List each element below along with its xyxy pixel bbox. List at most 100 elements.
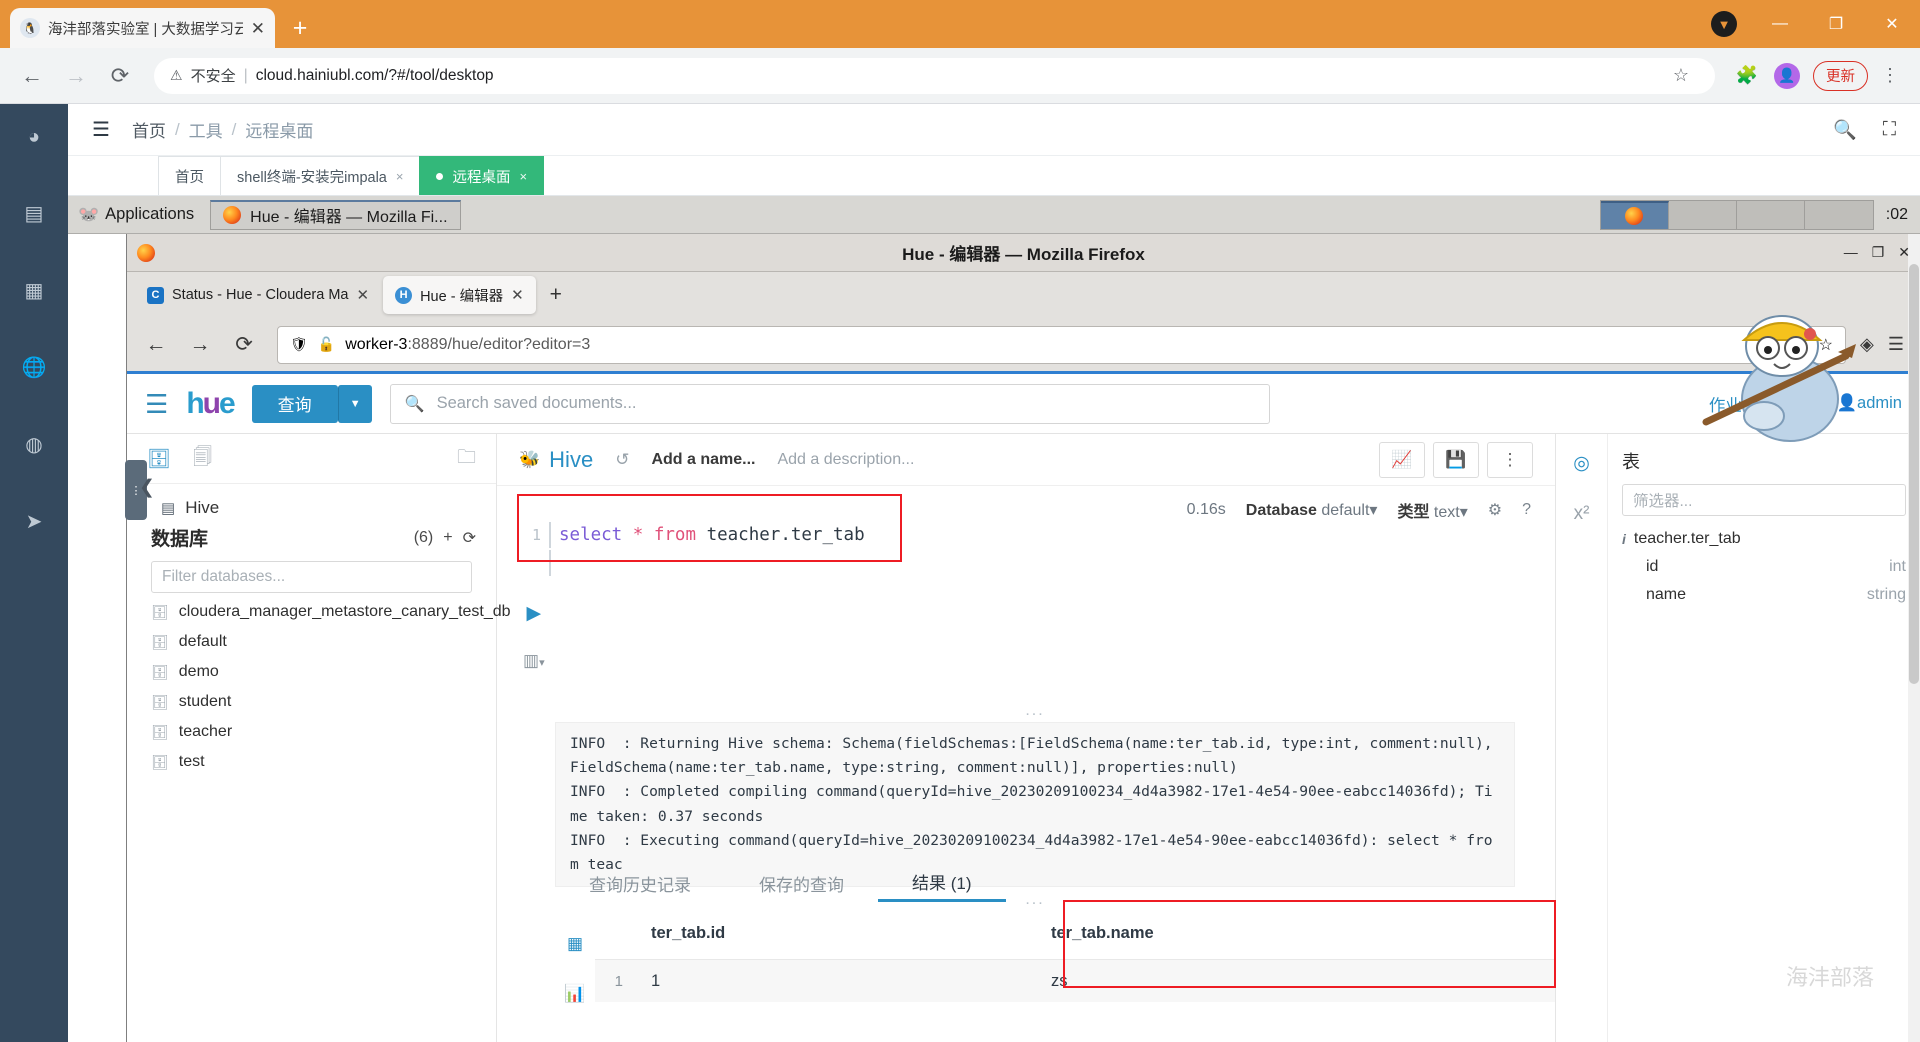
lock-broken-icon[interactable]: 🔓	[318, 336, 335, 353]
code-line-empty[interactable]	[497, 550, 1555, 576]
firefox-menu-icon[interactable]: ☰	[1888, 334, 1904, 355]
hue-menu-icon[interactable]: ☰	[145, 391, 168, 417]
add-icon[interactable]: +	[443, 529, 452, 547]
close-icon[interactable]: ✕	[1898, 244, 1910, 261]
assist-column-row[interactable]: name string	[1622, 586, 1906, 604]
database-item[interactable]: 🗄 default	[151, 633, 472, 651]
database-item[interactable]: 🗄 demo	[151, 663, 472, 681]
workspace-1[interactable]	[1600, 200, 1669, 229]
editor-engine[interactable]: 🐝 Hive	[519, 447, 593, 473]
globe-icon[interactable]: 🌐	[22, 355, 47, 380]
close-icon[interactable]: ×	[396, 169, 404, 184]
breadcrumb-item-remote-desktop[interactable]: 远程桌面	[245, 117, 313, 142]
back-icon[interactable]: ←	[12, 56, 52, 96]
info-icon[interactable]: i	[1622, 531, 1626, 547]
maximize-icon[interactable]: ❐	[1808, 0, 1864, 48]
back-icon[interactable]: ←	[137, 326, 175, 364]
address-bar[interactable]: ⚠ 不安全 | cloud.hainiubl.com/?#/tool/deskt…	[154, 57, 1715, 94]
query-button[interactable]: 查询	[251, 384, 338, 423]
firefox-address-bar[interactable]: 🛡 🔓 worker-3:8889/hue/editor?editor=3 ☆	[277, 325, 1847, 364]
breadcrumb-item-home[interactable]: 首页	[132, 117, 166, 142]
close-icon[interactable]: ✕	[357, 286, 370, 304]
code-line-1[interactable]: 1 select * from teacher.ter_tab	[497, 520, 1555, 550]
search-icon[interactable]: 🔍	[1833, 118, 1857, 142]
firefox-tab-hue-editor[interactable]: H Hue - 编辑器 ✕	[383, 276, 536, 314]
database-icon[interactable]: 🗄	[147, 447, 171, 471]
table-row[interactable]: 1 1 zs	[595, 960, 1555, 1002]
app-tab-home[interactable]: 首页	[158, 156, 221, 195]
apps-grid-icon[interactable]: ▦	[25, 278, 44, 303]
filter-databases-input[interactable]: Filter databases...	[151, 561, 472, 593]
app-tab-shell[interactable]: shell终端-安装完impala ×	[220, 156, 421, 195]
minimize-icon[interactable]: —	[1844, 244, 1858, 261]
tab-query-history[interactable]: 查询历史记录	[555, 864, 725, 902]
table-filter-input[interactable]: 筛选器...	[1622, 484, 1906, 516]
fullscreen-icon[interactable]: ⛶	[1883, 119, 1896, 141]
more-options-icon[interactable]: ⋮	[1487, 441, 1533, 478]
breadcrumb-item-tools[interactable]: 工具	[189, 117, 223, 142]
save-icon[interactable]: 💾	[1433, 441, 1479, 478]
assist-column-row[interactable]: id int	[1622, 558, 1906, 576]
run-query-icon[interactable]: ▶	[526, 602, 541, 625]
document-icon[interactable]: ▤	[25, 201, 44, 226]
profile-avatar[interactable]: 👤	[1769, 58, 1805, 94]
firefox-new-tab-button[interactable]: +	[538, 283, 574, 307]
forward-icon[interactable]: →	[181, 326, 219, 364]
chart-small-icon[interactable]: 📊	[564, 984, 585, 1004]
query-name-input[interactable]: Add a name...	[651, 451, 755, 469]
scrollbar-thumb[interactable]	[1909, 264, 1919, 684]
refresh-icon[interactable]: ⟳	[463, 528, 476, 548]
query-description-input[interactable]: Add a description...	[777, 451, 914, 469]
column-header-name[interactable]: ter_tab.name	[1033, 924, 1453, 943]
close-icon[interactable]: ×	[519, 169, 527, 184]
workspace-2[interactable]	[1668, 200, 1737, 229]
chart-icon[interactable]: 📈	[1379, 441, 1425, 478]
close-icon[interactable]: ✕	[511, 286, 524, 304]
database-item[interactable]: 🗄 test	[151, 753, 472, 771]
workspace-4[interactable]	[1804, 200, 1873, 229]
page-scrollbar[interactable]	[1908, 234, 1920, 1042]
history-icon[interactable]: ↺	[615, 450, 629, 470]
target-icon[interactable]: ◍	[25, 432, 42, 457]
search-input[interactable]: 🔍 Search saved documents...	[389, 383, 1270, 424]
code-editor[interactable]: 1 select * from teacher.ter_tab	[497, 486, 1555, 576]
hue-logo[interactable]: hue	[186, 387, 235, 421]
close-window-icon[interactable]: ✕	[1864, 0, 1920, 48]
firefox-tab-status[interactable]: C Status - Hue - Cloudera Ma ✕	[135, 276, 381, 314]
extensions-icon[interactable]: 🧩	[1729, 58, 1765, 94]
chrome-tab[interactable]: 🐧 海沣部落实验室 | 大数据学习云环 ✕	[10, 8, 275, 48]
assist-collapse-icon[interactable]: ❮	[139, 476, 155, 499]
new-tab-button[interactable]: +	[283, 11, 317, 45]
assist-source-row[interactable]: ▤ Hive	[127, 484, 496, 522]
tab-results[interactable]: 结果 (1)	[878, 864, 1006, 902]
bookmark-star-icon[interactable]: ☆	[1663, 58, 1699, 94]
compass-icon[interactable]: ◎	[1573, 452, 1590, 475]
database-item[interactable]: 🗄 student	[151, 693, 472, 711]
x-squared-icon[interactable]: x²	[1574, 503, 1590, 525]
pin-badge-icon[interactable]: ▼	[1696, 0, 1752, 48]
taskbar-window-button[interactable]: Hue - 编辑器 — Mozilla Fi...	[210, 199, 461, 230]
folder-open-icon[interactable]: 🗀	[457, 443, 476, 475]
book-icon[interactable]: ▥▾	[523, 651, 545, 671]
workspace-switcher[interactable]	[1599, 199, 1874, 230]
app-tab-remote-desktop[interactable]: 远程桌面 ×	[419, 156, 545, 195]
shield-icon[interactable]: 🛡	[290, 336, 308, 353]
minimize-icon[interactable]: —	[1752, 0, 1808, 48]
reload-icon[interactable]: ⟳	[225, 326, 263, 364]
workspace-3[interactable]	[1736, 200, 1805, 229]
grid-icon[interactable]: ▦	[567, 934, 583, 954]
database-item[interactable]: 🗄 teacher	[151, 723, 472, 741]
applications-menu-button[interactable]: 🐭 Applications	[68, 205, 204, 225]
log-box[interactable]: INFO : Returning Hive schema: Schema(fie…	[555, 722, 1515, 888]
tab-saved-queries[interactable]: 保存的查询	[725, 864, 878, 902]
forward-icon[interactable]: →	[56, 56, 96, 96]
send-icon[interactable]: ➤	[26, 509, 43, 534]
reload-icon[interactable]: ⟳	[100, 56, 140, 96]
remote-desktop-viewport[interactable]: 🐭 Applications Hue - 编辑器 — Mozilla Fi...…	[68, 196, 1920, 1042]
assist-table-row[interactable]: i teacher.ter_tab	[1622, 530, 1906, 548]
chrome-menu-icon[interactable]: ⋮	[1872, 58, 1908, 94]
database-item[interactable]: 🗄 cloudera_manager_metastore_canary_test_…	[151, 603, 511, 621]
dashboard-icon[interactable]: ◕	[28, 126, 40, 149]
menu-toggle-icon[interactable]: ☰	[92, 117, 110, 142]
update-button[interactable]: 更新	[1813, 60, 1868, 91]
